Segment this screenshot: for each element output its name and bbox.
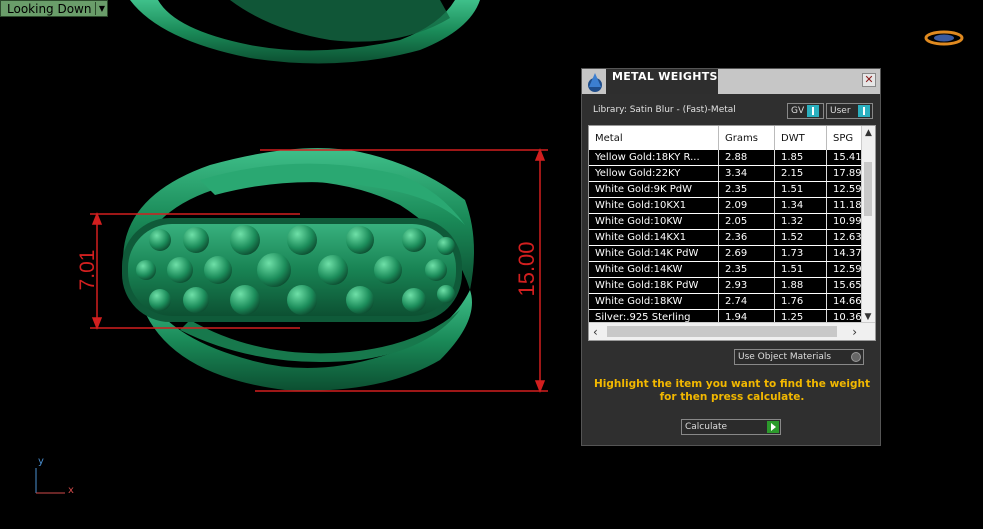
scroll-thumb[interactable] <box>607 326 837 337</box>
logo-icon <box>924 30 964 46</box>
cell-metal: Yellow Gold:18KY R... <box>589 150 719 165</box>
cell-grams: 2.69 <box>719 246 775 261</box>
cell-metal: White Gold:14KX1 <box>589 230 719 245</box>
cell-spg: 10.99 <box>833 216 861 227</box>
cell-spg: 12.59 <box>833 264 861 275</box>
table-row[interactable]: White Gold:14KX1 2.36 1.52 12.63 <box>589 230 861 246</box>
table-row[interactable]: Yellow Gold:18KY R... 2.88 1.85 15.41 <box>589 150 861 166</box>
table-row[interactable]: White Gold:10KX1 2.09 1.34 11.18 <box>589 198 861 214</box>
cell-metal: White Gold:14K PdW <box>589 246 719 261</box>
dimension-width-label: 15.00 <box>514 241 539 297</box>
cell-grams: 2.05 <box>719 214 775 229</box>
column-header-dwt[interactable]: DWT <box>775 126 827 150</box>
cell-grams: 2.35 <box>719 262 775 277</box>
horizontal-scrollbar[interactable]: ‹ › <box>589 322 875 340</box>
table-row[interactable]: White Gold:9K PdW 2.35 1.51 12.59 <box>589 182 861 198</box>
column-header-grams[interactable]: Grams <box>719 126 775 150</box>
cell-grams: 2.35 <box>719 182 775 197</box>
cell-dwt: 1.88 <box>775 278 827 293</box>
cell-metal: White Gold:18KW <box>589 294 719 309</box>
view-dropdown[interactable]: Looking Down ▼ <box>0 0 109 17</box>
instruction-text: Highlight the item you want to find the … <box>594 378 870 403</box>
scroll-up-icon[interactable]: ▲ <box>862 126 875 140</box>
cell-dwt: 1.73 <box>775 246 827 261</box>
cell-grams: 3.34 <box>719 166 775 181</box>
scroll-thumb[interactable] <box>864 162 872 216</box>
cell-metal: White Gold:10KW <box>589 214 719 229</box>
cell-grams: 2.93 <box>719 278 775 293</box>
cell-grams: 2.88 <box>719 150 775 165</box>
metal-weights-panel: METAL WEIGHTS ✕ Library: Satin Blur - (F… <box>581 68 881 446</box>
radio-icon[interactable] <box>851 352 861 362</box>
table-body: Yellow Gold:18KY R... 2.88 1.85 15.41 Yello… <box>589 150 861 326</box>
cell-spg: 11.18 <box>833 200 861 211</box>
metal-table[interactable]: Metal Grams DWT SPG Yellow Gold:18KY R..… <box>588 125 876 341</box>
table-row[interactable]: White Gold:18K PdW 2.93 1.88 15.65 <box>589 278 861 294</box>
chevron-down-icon[interactable]: ▼ <box>95 2 107 15</box>
use-object-materials-option[interactable]: Use Object Materials <box>734 349 864 365</box>
cell-metal: White Gold:18K PdW <box>589 278 719 293</box>
scroll-right-icon[interactable]: › <box>852 325 857 339</box>
close-icon[interactable]: ✕ <box>862 73 876 87</box>
table-row[interactable]: White Gold:14KW 2.35 1.51 12.59 <box>589 262 861 278</box>
cell-grams: 2.36 <box>719 230 775 245</box>
cell-dwt: 1.76 <box>775 294 827 309</box>
top-ring-partial <box>130 0 480 64</box>
dimension-height-label: 7.01 <box>76 249 99 291</box>
panel-app-icon <box>588 73 602 92</box>
table-row[interactable]: White Gold:10KW 2.05 1.32 10.99 <box>589 214 861 230</box>
axis-x-label: x <box>68 485 74 496</box>
user-toggle[interactable]: User <box>826 103 873 119</box>
cell-grams: 2.09 <box>719 198 775 213</box>
column-header-spg[interactable]: SPG <box>827 126 861 150</box>
cell-spg: 12.59 <box>833 184 861 195</box>
user-toggle-label: User <box>830 106 851 116</box>
table-header: Metal Grams DWT SPG <box>589 126 861 150</box>
gv-toggle-label: GV <box>791 106 805 116</box>
cell-dwt: 2.15 <box>775 166 827 181</box>
toggle-icon <box>858 105 870 117</box>
cell-metal: White Gold:10KX1 <box>589 198 719 213</box>
cell-spg: 15.41 <box>833 152 861 163</box>
cell-spg: 14.66 <box>833 296 861 307</box>
cell-dwt: 1.34 <box>775 198 827 213</box>
scroll-left-icon[interactable]: ‹ <box>593 325 598 339</box>
toggle-icon <box>807 105 820 117</box>
column-header-metal[interactable]: Metal <box>589 126 719 150</box>
cell-spg: 14.37 <box>833 248 861 259</box>
table-row[interactable]: Yellow Gold:22KY 3.34 2.15 17.89 <box>589 166 861 182</box>
play-icon <box>767 421 779 433</box>
cell-dwt: 1.85 <box>775 150 827 165</box>
cell-spg: 15.65 <box>833 280 861 291</box>
calculate-label: Calculate <box>685 422 728 432</box>
cell-dwt: 1.51 <box>775 262 827 277</box>
axis-triad <box>35 468 65 494</box>
cell-dwt: 1.51 <box>775 182 827 197</box>
gv-toggle[interactable]: GV <box>787 103 824 119</box>
panel-titlebar[interactable]: METAL WEIGHTS ✕ <box>582 69 880 94</box>
cell-spg: 17.89 <box>833 168 861 179</box>
cell-metal: White Gold:9K PdW <box>589 182 719 197</box>
axis-y-label: y <box>38 456 44 467</box>
view-label-text: Looking Down <box>7 1 92 16</box>
cell-grams: 2.74 <box>719 294 775 309</box>
table-row[interactable]: White Gold:18KW 2.74 1.76 14.66 <box>589 294 861 310</box>
cell-dwt: 1.32 <box>775 214 827 229</box>
cell-dwt: 1.52 <box>775 230 827 245</box>
cell-metal: White Gold:14KW <box>589 262 719 277</box>
cell-spg: 12.63 <box>833 232 861 243</box>
use-object-materials-label: Use Object Materials <box>738 352 832 362</box>
cell-metal: Yellow Gold:22KY <box>589 166 719 181</box>
panel-title: METAL WEIGHTS <box>612 70 718 83</box>
calculate-button[interactable]: Calculate <box>681 419 781 435</box>
library-label: Library: Satin Blur - (Fast)-Metal <box>593 105 736 115</box>
table-row[interactable]: White Gold:14K PdW 2.69 1.73 14.37 <box>589 246 861 262</box>
vertical-scrollbar[interactable]: ▲ ▼ <box>861 126 875 324</box>
